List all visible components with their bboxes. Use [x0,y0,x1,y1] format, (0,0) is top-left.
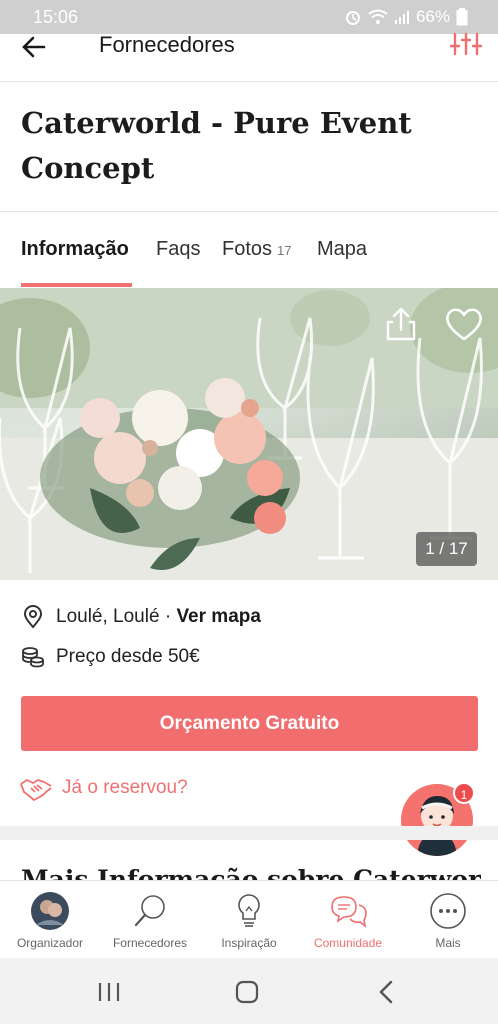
nav-fornecedores[interactable]: Fornecedores [100,881,200,959]
share-button[interactable] [380,304,422,344]
signal-icon [394,11,409,24]
nav-comunidade[interactable]: Comunidade [298,881,398,959]
home-icon[interactable] [232,978,262,1006]
section-separator [0,826,498,840]
battery-percent: 66% [415,7,450,26]
filter-button[interactable] [446,28,486,62]
tab-count: 17 [277,243,292,258]
nav-label: Fornecedores [112,936,188,950]
more-icon [430,893,466,929]
already-booked-link[interactable]: Já o reservou? [19,773,188,803]
handshake-icon [20,779,52,801]
lightbulb-icon [238,894,260,927]
search-icon [134,895,165,927]
status-bar: 15:06 66% [0,0,498,34]
nav-label: Mais [435,936,461,950]
tab-label: Mapa [317,238,368,260]
location-row: Loulé, Loulé · Ver mapa [21,602,261,632]
header-title: Fornecedores [99,32,235,57]
tab-label: Informação [21,238,129,260]
nav-organizador[interactable]: Organizador [0,881,100,959]
photo-counter: 1 / 17 [416,532,477,566]
avatar-icon [31,892,69,930]
price-text: Preço desde 50€ [56,646,200,667]
recent-apps-icon[interactable] [94,978,124,1006]
system-back-icon[interactable] [372,978,402,1006]
bottom-navigation: Organizador Fornecedores Inspiração Comu… [0,880,498,958]
tab-faqs[interactable]: Faqs [156,238,200,261]
favorite-button[interactable] [442,304,486,344]
status-icons: 66% [344,7,468,27]
tab-label: Fotos [222,238,273,260]
tab-informacao[interactable]: Informação [21,238,129,261]
more-info-heading: Mais Informação sobre Caterworld [21,865,481,880]
status-time: 15:06 [33,7,79,27]
location-separator: · [159,606,177,627]
already-booked-label: Já o reservou? [62,777,188,798]
arrow-left-icon [22,36,46,58]
tab-mapa[interactable]: Mapa [317,238,367,261]
share-icon [386,307,416,341]
nav-mais[interactable]: Mais [398,881,498,959]
battery-icon [456,8,468,26]
coins-icon [22,647,44,668]
wifi-icon [368,9,388,24]
app-header: Fornecedores [0,32,498,82]
back-button[interactable] [18,32,52,62]
tab-bar: Informação Faqs Fotos 17 Mapa [0,212,498,288]
nav-label: Organizador [16,936,84,950]
heart-icon [446,308,482,341]
alarm-icon [345,11,360,25]
view-map-link[interactable]: Ver mapa [176,606,261,628]
location-text: Loulé, Loulé [56,606,160,627]
sliders-icon [449,32,483,56]
location-pin-icon [23,605,43,629]
free-quote-button[interactable]: Orçamento Gratuito [21,696,478,751]
nav-label: Inspiração [221,936,277,950]
price-row: Preço desde 50€ [21,642,200,672]
tab-fotos[interactable]: Fotos 17 [222,238,292,261]
notification-badge: 1 [453,782,475,804]
gallery-image[interactable]: 1 / 17 [0,288,498,580]
active-tab-indicator [21,283,132,287]
nav-inspiracao[interactable]: Inspiração [199,881,299,959]
vendor-title: Caterworld - Pure Event Concept [21,106,412,185]
nav-label: Comunidade [313,936,383,950]
chat-bubbles-icon [331,896,367,928]
tab-label: Faqs [156,238,201,260]
system-navigation-bar [0,958,498,1024]
